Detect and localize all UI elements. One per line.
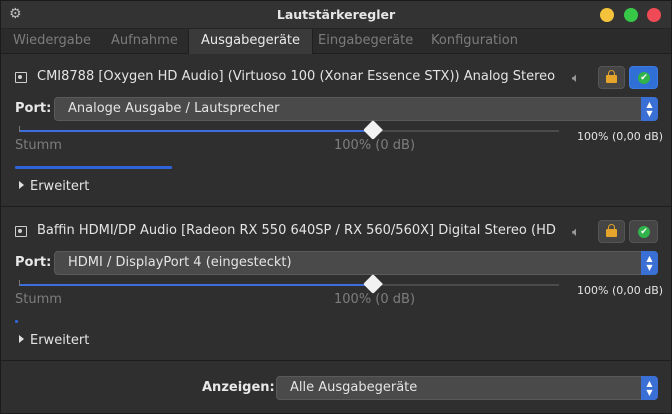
volume-slider-fill <box>19 284 373 286</box>
advanced-expander[interactable]: Erweitert <box>19 179 89 194</box>
port-select[interactable]: Analoge Ausgabe / Lautsprecher ▲ ▼ <box>54 97 658 121</box>
minimize-button[interactable] <box>600 8 614 22</box>
show-filter-label: Anzeigen: <box>202 380 275 395</box>
window-title: Lautstärkeregler <box>276 7 396 22</box>
silent-mark-label: Stumm <box>15 138 62 153</box>
sound-card-icon <box>15 72 27 83</box>
lock-channels-button[interactable] <box>598 66 625 89</box>
tab-wiedergabe[interactable]: Wiedergabe <box>1 29 103 54</box>
slider-min-tick <box>19 280 20 286</box>
volume-slider-knob[interactable] <box>362 120 383 140</box>
lock-icon <box>606 224 617 237</box>
port-label: Port: <box>15 255 52 270</box>
volume-control-window: ⚙ Lautstärkeregler Wiedergabe Aufnahme A… <box>0 0 672 414</box>
mute-toggle-button[interactable]: ✔ <box>629 66 658 89</box>
chevron-updown-icon: ▲ ▼ <box>641 376 658 400</box>
tab-eingabegeraete[interactable]: Eingabegeräte <box>306 29 425 54</box>
speaker-icon: 🔈︎ <box>572 71 580 86</box>
port-label: Port: <box>15 101 52 116</box>
close-button[interactable] <box>647 8 661 22</box>
output-device-1: CMI8788 [Oxygen HD Audio] (Virtuoso 100 … <box>1 55 671 207</box>
expander-arrow-icon <box>19 181 24 189</box>
port-select-value: HDMI / DisplayPort 4 (eingesteckt) <box>68 255 292 270</box>
tab-konfiguration[interactable]: Konfiguration <box>419 29 530 54</box>
advanced-expander[interactable]: Erweitert <box>19 333 89 348</box>
volume-slider[interactable] <box>19 120 559 140</box>
peak-meter <box>15 320 18 323</box>
tab-bar: Wiedergabe Aufnahme Ausgabegeräte Eingab… <box>1 29 671 54</box>
port-select[interactable]: HDMI / DisplayPort 4 (eingesteckt) ▲ ▼ <box>54 251 658 275</box>
slider-min-tick <box>19 126 20 132</box>
tab-ausgabegeraete[interactable]: Ausgabegeräte <box>188 29 314 54</box>
maximize-button[interactable] <box>624 8 638 22</box>
chevron-updown-icon: ▲ ▼ <box>641 251 658 275</box>
volume-readout: 100% (0,00 dB) <box>577 130 664 143</box>
silent-mark-label: Stumm <box>15 292 62 307</box>
device-name: Baffin HDMI/DP Audio [Radeon RX 550 640S… <box>37 223 557 238</box>
volume-readout: 100% (0,00 dB) <box>577 284 664 297</box>
sound-card-icon <box>15 226 27 237</box>
speaker-icon: 🔈︎ <box>572 225 580 240</box>
expander-arrow-icon <box>19 335 24 343</box>
lock-channels-button[interactable] <box>598 220 625 243</box>
tab-aufnahme[interactable]: Aufnahme <box>99 29 190 54</box>
volume-slider-fill <box>19 130 373 132</box>
zero-db-mark-label: 100% (0 dB) <box>334 138 416 153</box>
port-select-value: Analoge Ausgabe / Lautsprecher <box>68 101 280 116</box>
advanced-expander-label: Erweitert <box>30 333 90 348</box>
show-filter-select[interactable]: Alle Ausgabegeräte ▲ ▼ <box>276 376 658 400</box>
device-name: CMI8788 [Oxygen HD Audio] (Virtuoso 100 … <box>37 69 556 84</box>
advanced-expander-label: Erweitert <box>30 179 90 194</box>
volume-slider[interactable] <box>19 274 559 294</box>
mute-toggle-button[interactable]: ✔ <box>629 220 658 243</box>
check-icon: ✔ <box>638 226 650 238</box>
peak-meter <box>15 166 172 169</box>
zero-db-mark-label: 100% (0 dB) <box>334 292 416 307</box>
volume-slider-knob[interactable] <box>362 274 383 294</box>
chevron-updown-icon: ▲ ▼ <box>641 97 658 121</box>
check-icon: ✔ <box>638 72 650 84</box>
lock-icon <box>606 70 617 83</box>
output-device-2: Baffin HDMI/DP Audio [Radeon RX 550 640S… <box>1 209 671 361</box>
title-bar: ⚙ Lautstärkeregler <box>1 1 671 29</box>
show-filter-value: Alle Ausgabegeräte <box>290 380 418 395</box>
